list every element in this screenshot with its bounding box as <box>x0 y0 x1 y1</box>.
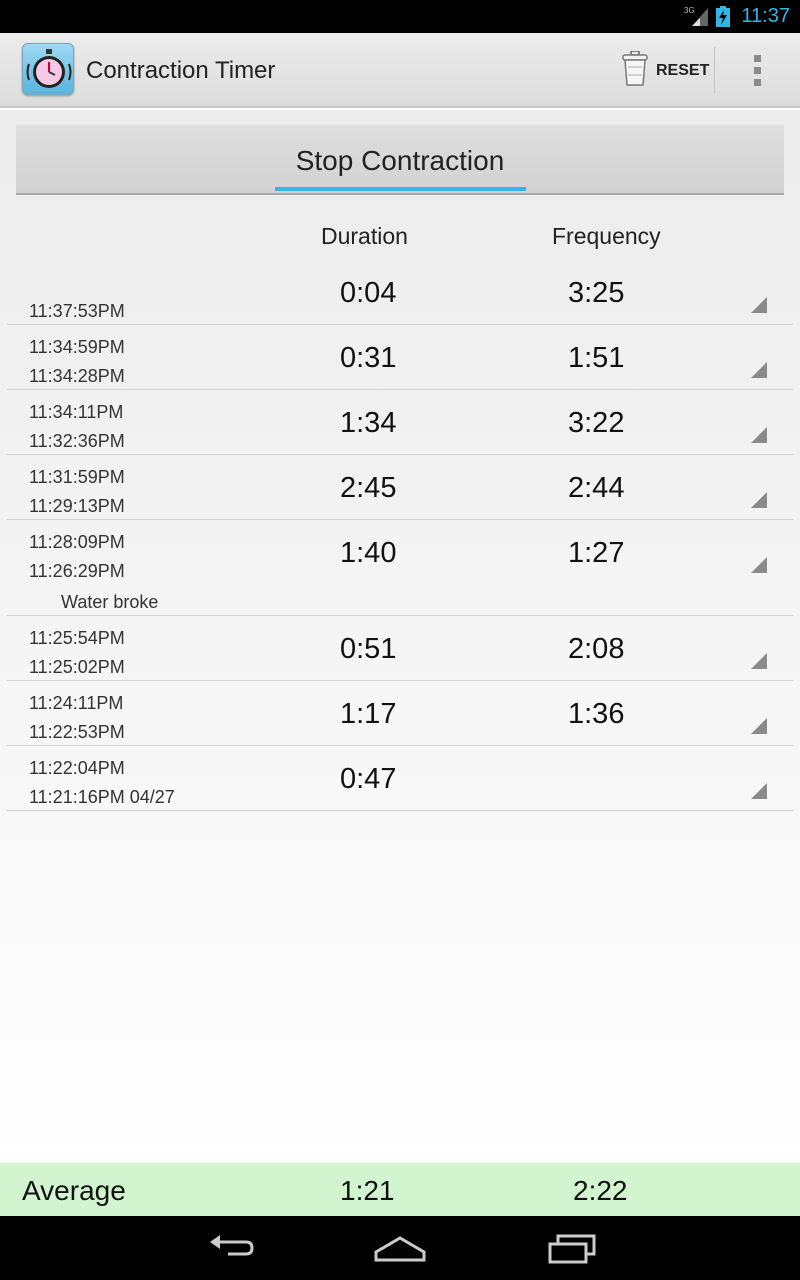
duration-value: 1:17 <box>340 698 397 730</box>
average-bar: Average 1:21 2:22 <box>0 1163 800 1216</box>
trash-icon <box>622 51 648 86</box>
frequency-value: 1:51 <box>568 342 625 374</box>
end-time: 11:37:53PM <box>29 301 125 321</box>
end-time: 11:26:29PM <box>29 561 125 581</box>
action-bar-divider <box>714 47 715 93</box>
main-content: Stop Contraction Duration Frequency 11:3… <box>0 110 800 1163</box>
contraction-list: 11:37:53PM 0:04 3:25 11:34:59PM 11:34:28… <box>7 260 793 811</box>
list-item[interactable]: 11:37:53PM 0:04 3:25 <box>7 260 793 325</box>
end-time: 11:22:53PM <box>29 722 125 742</box>
status-bar: 3G 11:37 <box>0 0 800 33</box>
frequency-value: 1:36 <box>568 698 625 730</box>
frequency-value: 2:08 <box>568 633 625 665</box>
frequency-header: Frequency <box>552 223 661 249</box>
end-time: 11:25:02PM <box>29 657 125 677</box>
navigation-bar <box>0 1216 800 1280</box>
expand-icon[interactable] <box>751 427 767 443</box>
duration-value: 0:31 <box>340 342 397 374</box>
back-icon[interactable] <box>202 1230 258 1266</box>
frequency-value: 3:25 <box>568 277 625 309</box>
list-item[interactable]: 11:24:11PM 11:22:53PM 1:17 1:36 <box>7 681 793 746</box>
expand-icon[interactable] <box>751 492 767 508</box>
frequency-value: 3:22 <box>568 407 625 439</box>
start-time: 11:25:54PM <box>29 628 125 648</box>
duration-value: 2:45 <box>340 472 397 504</box>
list-item[interactable]: 11:28:09PM 11:26:29PM 1:40 1:27 Water br… <box>7 520 793 616</box>
expand-icon[interactable] <box>751 653 767 669</box>
end-time: 11:21:16PM 04/27 <box>29 787 175 807</box>
signal-icon: 3G <box>684 6 708 26</box>
duration-value: 0:51 <box>340 633 397 665</box>
expand-icon[interactable] <box>751 557 767 573</box>
app-title: Contraction Timer <box>86 57 276 84</box>
end-time: 11:32:36PM <box>29 431 125 451</box>
duration-value: 1:40 <box>340 537 397 569</box>
start-time: 11:22:04PM <box>29 758 125 778</box>
expand-icon[interactable] <box>751 783 767 799</box>
status-time: 11:37 <box>741 5 790 27</box>
home-icon[interactable] <box>372 1230 428 1266</box>
network-type: 3G <box>684 6 695 15</box>
action-bar: Contraction Timer RESET <box>0 33 800 108</box>
list-item[interactable]: 11:22:04PM 11:21:16PM 04/27 0:47 <box>7 746 793 811</box>
duration-header: Duration <box>321 223 408 249</box>
start-time: 11:31:59PM <box>29 467 125 487</box>
average-duration: 1:21 <box>340 1175 395 1206</box>
start-time: 11:34:11PM <box>29 402 124 422</box>
list-item[interactable]: 11:34:11PM 11:32:36PM 1:34 3:22 <box>7 390 793 455</box>
list-item[interactable]: 11:25:54PM 11:25:02PM 0:51 2:08 <box>7 616 793 681</box>
stop-button-underline <box>275 187 526 191</box>
duration-value: 0:04 <box>340 277 397 309</box>
stopwatch-icon[interactable] <box>22 43 74 95</box>
start-time: 11:34:59PM <box>29 337 125 357</box>
start-time: 11:24:11PM <box>29 693 124 713</box>
expand-icon[interactable] <box>751 297 767 313</box>
start-time: 11:28:09PM <box>29 532 125 552</box>
duration-value: 1:34 <box>340 407 397 439</box>
average-label: Average <box>22 1175 126 1206</box>
average-frequency: 2:22 <box>573 1175 628 1206</box>
battery-icon <box>716 6 730 27</box>
duration-value: 0:47 <box>340 763 397 795</box>
stop-contraction-button[interactable]: Stop Contraction <box>16 125 784 195</box>
overflow-menu-icon[interactable] <box>738 47 778 93</box>
reset-button[interactable]: RESET <box>612 43 714 99</box>
recents-icon[interactable] <box>544 1230 600 1266</box>
list-item[interactable]: 11:34:59PM 11:34:28PM 0:31 1:51 <box>7 325 793 390</box>
reset-label: RESET <box>656 62 710 79</box>
expand-icon[interactable] <box>751 718 767 734</box>
end-time: 11:34:28PM <box>29 366 125 386</box>
frequency-value: 1:27 <box>568 537 625 569</box>
stop-contraction-label: Stop Contraction <box>295 145 505 176</box>
list-item[interactable]: 11:31:59PM 11:29:13PM 2:45 2:44 <box>7 455 793 520</box>
contraction-note: Water broke <box>61 592 159 612</box>
expand-icon[interactable] <box>751 362 767 378</box>
end-time: 11:29:13PM <box>29 496 125 516</box>
frequency-value: 2:44 <box>568 472 625 504</box>
